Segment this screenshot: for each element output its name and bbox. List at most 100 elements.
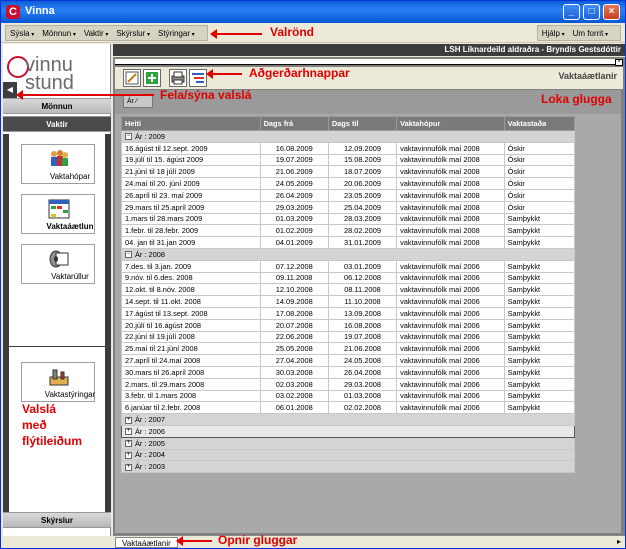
table-cell: 29.03.2008 bbox=[327, 377, 398, 391]
close-button[interactable]: × bbox=[603, 4, 620, 20]
annotation-close: Loka glugga bbox=[541, 92, 612, 106]
table-row[interactable]: 25.maí til 21.júní 2008 25.05.2008 21.06.2… bbox=[121, 342, 576, 356]
table-cell: 9.nóv. til 6.des. 2008 bbox=[121, 271, 261, 285]
sidebar-item-vaktahopar[interactable]: Vaktahópar bbox=[21, 144, 95, 184]
table-cell: Óskir bbox=[503, 153, 576, 167]
menu-item[interactable]: Um forrit bbox=[573, 29, 608, 38]
sidebar-section-skyrslur[interactable]: Skýrslur bbox=[3, 512, 111, 528]
table-row[interactable]: 04. jan til 31.jan 2009 04.01.2009 31.01.2… bbox=[121, 236, 576, 249]
toggle-sidebar-button[interactable]: ◀ bbox=[3, 82, 17, 98]
expand-icon[interactable]: + bbox=[125, 463, 132, 471]
collapse-icon[interactable]: − bbox=[125, 133, 132, 141]
schedule-grid-icon bbox=[48, 199, 70, 219]
add-icon bbox=[146, 72, 158, 84]
add-button[interactable] bbox=[143, 69, 161, 87]
table-cell: Samþykkt bbox=[503, 259, 576, 273]
group-row[interactable]: + Ár : 2004 bbox=[121, 448, 575, 462]
group-row[interactable]: − Ár : 2009 bbox=[121, 130, 575, 143]
group-row[interactable]: − Ár : 2008 bbox=[121, 247, 575, 261]
table-cell: 16.08.2008 bbox=[327, 318, 398, 332]
table-cell: 14.sept. til 11.okt. 2008 bbox=[121, 295, 261, 308]
table-row[interactable]: 16.ágúst til 12.sept. 2009 16.08.2009 12.0… bbox=[121, 141, 576, 155]
table-row[interactable]: 1.febr. til 28.febr. 2009 01.02.2009 28.02… bbox=[121, 224, 576, 238]
table-cell: 11.10.2008 bbox=[327, 295, 398, 308]
group-row[interactable]: + Ár : 2006 bbox=[121, 424, 575, 438]
table-row[interactable]: 2.mars. til 29.mars 2008 02.03.2008 29.03.… bbox=[121, 377, 576, 391]
open-window-tab[interactable]: Vaktaáætlanir bbox=[115, 537, 178, 548]
sidebar-item-label: Vaktarúllur bbox=[51, 272, 89, 281]
table-cell: Óskir bbox=[503, 188, 576, 202]
action-toolbar: Vaktaáætlanir bbox=[115, 67, 623, 89]
close-window-button[interactable]: × bbox=[615, 59, 623, 66]
table-cell: 2.mars. til 29.mars 2008 bbox=[121, 377, 261, 391]
edit-button[interactable] bbox=[123, 69, 141, 87]
expand-icon[interactable]: + bbox=[125, 416, 132, 424]
menu-item[interactable]: Sýsla bbox=[10, 29, 34, 38]
sidebar-item-vaktaaaetlun[interactable]: Vaktaáætlun bbox=[21, 194, 95, 234]
table-row[interactable]: 3.febr. til 1.mars 2008 03.02.2008 01.03.2… bbox=[121, 389, 576, 403]
expand-icon[interactable]: + bbox=[125, 451, 132, 459]
group-row[interactable]: + Ár : 2003 bbox=[121, 460, 575, 474]
table-cell: 19.07.2008 bbox=[327, 330, 398, 344]
menu-item[interactable]: Vaktir bbox=[84, 29, 109, 38]
expand-icon[interactable]: + bbox=[125, 440, 132, 448]
maximize-button[interactable]: □ bbox=[583, 4, 600, 20]
menu-item[interactable]: Skýrslur bbox=[116, 29, 150, 38]
column-header[interactable]: Dags til bbox=[327, 116, 398, 131]
schedule-table: Heiti Dags frá Dags til Vaktahópur Vaktastað… bbox=[121, 116, 576, 474]
table-cell: vaktavinnufólk maí 2006 bbox=[396, 306, 505, 320]
column-header[interactable]: Vaktahópur bbox=[396, 116, 505, 131]
table-cell: 6.janúar til 2.febr. 2008 bbox=[121, 401, 261, 415]
table-row[interactable]: 14.sept. til 11.okt. 2008 14.09.2008 11.10… bbox=[121, 295, 576, 308]
table-cell: 29.03.2009 bbox=[259, 200, 329, 214]
table-row[interactable]: 22.júní til 19.júlí 2008 22.06.2008 19.07.… bbox=[121, 330, 576, 344]
group-by-chip[interactable]: Ár ⁄ bbox=[123, 95, 153, 108]
column-header[interactable]: Heiti bbox=[121, 116, 261, 131]
app-window: C Vinna _ □ × SýslaMönnunVaktirSkýrslurS… bbox=[0, 0, 626, 549]
filter-button[interactable] bbox=[189, 69, 207, 87]
group-row[interactable]: + Ár : 2007 bbox=[121, 413, 575, 426]
sidebar-section-vaktir[interactable]: Vaktir bbox=[3, 116, 111, 132]
table-row[interactable]: 17.ágúst til 13.sept. 2008 17.08.2008 13.0… bbox=[121, 306, 576, 320]
sidebar-section-monnun[interactable]: Mönnun bbox=[3, 98, 111, 114]
table-row[interactable]: 1.mars til 28.mars 2009 01.03.2009 28.03.2… bbox=[121, 212, 576, 226]
menu-item[interactable]: Mönnun bbox=[42, 29, 76, 38]
table-cell: 7.des. til 3.jan. 2009 bbox=[121, 259, 261, 273]
table-cell: Samþykkt bbox=[503, 224, 576, 238]
table-cell: 26.04.2008 bbox=[327, 365, 398, 379]
table-cell: 04. jan til 31.jan 2009 bbox=[121, 236, 261, 249]
table-row[interactable]: 6.janúar til 2.febr. 2008 06.01.2008 02.02… bbox=[121, 401, 576, 415]
collapse-icon[interactable]: − bbox=[125, 251, 132, 259]
menu-item[interactable]: Stýringar bbox=[158, 29, 195, 38]
table-row[interactable]: 7.des. til 3.jan. 2009 07.12.2008 03.01.20… bbox=[121, 259, 576, 273]
table-row[interactable]: 30.mars til 26.apríl 2008 30.03.2008 26.04… bbox=[121, 365, 576, 379]
table-row[interactable]: 27.apríl til 24.maí 2008 27.04.2008 24.05.… bbox=[121, 354, 576, 367]
table-row[interactable]: 9.nóv. til 6.des. 2008 09.11.2008 06.12.20… bbox=[121, 271, 576, 285]
window-title: Vinna bbox=[25, 5, 55, 17]
scroll-right-icon[interactable]: ▸ bbox=[617, 537, 621, 546]
table-row[interactable]: 19.júlí til 15. ágúst 2009 19.07.2009 15.0… bbox=[121, 153, 576, 167]
table-row[interactable]: 12.okt. til 8.nóv. 2008 12.10.2008 08.11.2… bbox=[121, 283, 576, 297]
print-button[interactable] bbox=[169, 69, 187, 87]
table-row[interactable]: 24.maí til 20. júní 2009 24.05.2009 20.06.… bbox=[121, 177, 576, 190]
sidebar-item-vaktarullur[interactable]: Vaktarúllur bbox=[21, 244, 95, 284]
column-header[interactable]: Dags frá bbox=[259, 116, 329, 131]
table-row[interactable]: 20.júlí til 16.ágúst 2008 20.07.2008 16.08… bbox=[121, 318, 576, 332]
minimize-button[interactable]: _ bbox=[563, 4, 580, 20]
table-row[interactable]: 21.júní til 18 júlí 2009 21.06.2009 18.07.… bbox=[121, 165, 576, 179]
expand-icon[interactable]: + bbox=[125, 428, 132, 436]
table-cell: 15.08.2009 bbox=[327, 153, 398, 167]
table-cell: 23.05.2009 bbox=[327, 188, 398, 202]
table-cell: 03.02.2008 bbox=[259, 389, 329, 403]
menu-item[interactable]: Hjálp bbox=[542, 29, 565, 38]
column-header[interactable]: Vaktastaða bbox=[503, 116, 576, 131]
table-cell: vaktavinnufólk maí 2008 bbox=[396, 141, 505, 155]
annotation-toolbar: Aðgerðarhnappar bbox=[249, 66, 350, 80]
group-row[interactable]: + Ár : 2005 bbox=[121, 436, 575, 450]
table-cell: Samþykkt bbox=[503, 354, 576, 367]
table-row[interactable]: 26.apríl til 23. maí 2009 26.04.2009 23.05… bbox=[121, 188, 576, 202]
filter-lines-icon bbox=[192, 73, 204, 83]
printer-icon bbox=[171, 71, 185, 85]
table-row[interactable]: 29.mars til 25.apríl 2009 29.03.2009 25.04… bbox=[121, 200, 576, 214]
sidebar-item-vaktastyringar[interactable]: Vaktastýringar bbox=[21, 362, 95, 402]
